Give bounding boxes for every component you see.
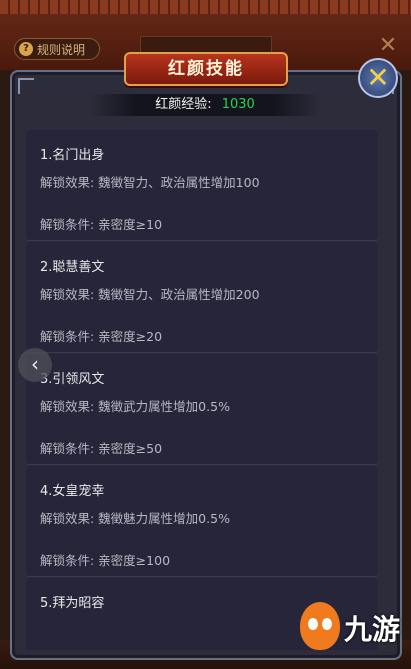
skill-condition: 解锁条件: 亲密度≥50: [40, 441, 163, 456]
experience-value: 1030: [221, 97, 255, 112]
skill-name: 4.女皇宠幸: [40, 484, 105, 499]
mascot-icon: [300, 602, 340, 650]
skill-condition: 解锁条件: 亲密度≥20: [40, 329, 163, 344]
skill-name: 5.拜为昭容: [40, 596, 105, 611]
mascot-eye: [322, 618, 332, 630]
rules-label: 规则说明: [37, 43, 86, 57]
watermark-text: 九游: [344, 613, 401, 646]
question-icon: ?: [19, 42, 33, 56]
skill-name: 1.名门出身: [40, 148, 105, 163]
skill-name: 2.聪慧善文: [40, 260, 105, 275]
scroll-left-button[interactable]: ‹: [18, 348, 52, 382]
chevron-left-icon: ‹: [31, 352, 39, 376]
background-close-icon: ✕: [378, 33, 398, 58]
skill-effect: 解锁效果: 魏徵魅力属性增加0.5%: [40, 511, 230, 526]
skill-item: 1.名门出身 解锁效果: 魏徵智力、政治属性增加100 解锁条件: 亲密度≥10: [26, 130, 378, 241]
skill-condition: 解锁条件: 亲密度≥10: [40, 217, 163, 232]
skill-item: 4.女皇宠幸 解锁效果: 魏徵魅力属性增加0.5% 解锁条件: 亲密度≥100: [26, 466, 378, 577]
skill-effect: 解锁效果: 魏徵智力、政治属性增加200: [40, 287, 260, 302]
dialog-title: 红颜技能: [124, 52, 288, 86]
close-button[interactable]: ✕: [358, 58, 398, 98]
mascot-eye: [308, 618, 318, 630]
close-icon: ✕: [366, 61, 390, 94]
experience-bar: 红颜经验: 1030: [90, 94, 320, 116]
skill-effect: 解锁效果: 魏徵武力属性增加0.5%: [40, 399, 230, 414]
skill-item: 2.聪慧善文 解锁效果: 魏徵智力、政治属性增加200 解锁条件: 亲密度≥20: [26, 242, 378, 353]
rules-button[interactable]: ? 规则说明: [14, 38, 100, 60]
skill-effect: 解锁效果: 魏徵智力、政治属性增加100: [40, 175, 260, 190]
skill-list[interactable]: 1.名门出身 解锁效果: 魏徵智力、政治属性增加100 解锁条件: 亲密度≥10…: [26, 130, 386, 650]
skill-condition: 解锁条件: 亲密度≥100: [40, 553, 171, 568]
skill-item: 3.引领风文 解锁效果: 魏徵武力属性增加0.5% 解锁条件: 亲密度≥50: [26, 354, 378, 465]
watermark: 九游: [300, 598, 410, 658]
experience-label: 红颜经验:: [155, 97, 212, 112]
